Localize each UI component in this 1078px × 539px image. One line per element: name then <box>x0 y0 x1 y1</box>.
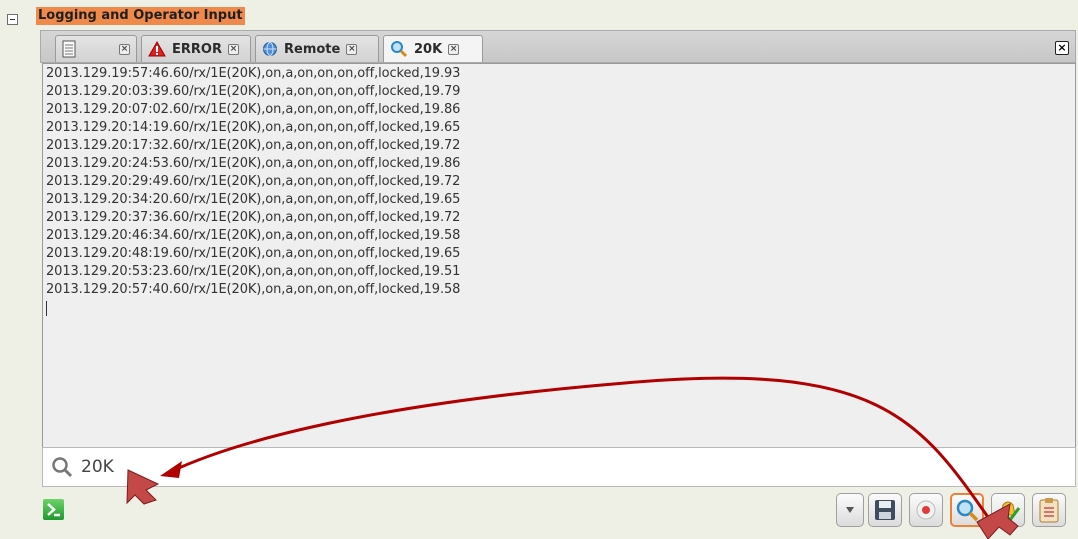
search-icon <box>956 499 979 522</box>
collapse-section-button[interactable] <box>7 14 18 25</box>
log-line: 2013.129.20:14:19.60/rx/1E(20K),on,a,on,… <box>46 120 461 135</box>
tab-remote[interactable]: Remote × <box>255 35 379 62</box>
text-caret <box>46 301 47 316</box>
tab-20k[interactable]: 20K × <box>383 35 483 62</box>
tab-remote-label: Remote <box>284 41 341 57</box>
warning-icon <box>148 41 166 57</box>
search-input[interactable]: 20K <box>81 457 114 477</box>
dropdown-icon <box>846 507 854 513</box>
log-line: 2013.129.20:24:53.60/rx/1E(20K),on,a,on,… <box>46 156 461 171</box>
log-line: 2013.129.20:46:34.60/rx/1E(20K),on,a,on,… <box>46 228 461 243</box>
log-line: 2013.129.20:57:40.60/rx/1E(20K),on,a,on,… <box>46 282 461 297</box>
tab-error-label: ERROR <box>172 41 222 57</box>
log-output[interactable]: 2013.129.19:57:46.60/rx/1E(20K),on,a,on,… <box>42 63 1076 469</box>
logging-panel: × ERROR × Remote × 20K × × 2013.129.19:5… <box>36 27 1078 533</box>
log-line: 2013.129.20:48:19.60/rx/1E(20K),on,a,on,… <box>46 246 461 261</box>
bell-check-icon <box>1000 501 1021 523</box>
globe-icon <box>263 42 277 56</box>
record-button[interactable] <box>909 493 943 527</box>
tab-log[interactable]: × <box>55 35 137 62</box>
tab-remote-close-icon[interactable]: × <box>346 43 358 55</box>
log-line: 2013.129.20:17:32.60/rx/1E(20K),on,a,on,… <box>46 138 461 153</box>
log-line: 2013.129.20:34:20.60/rx/1E(20K),on,a,on,… <box>46 192 461 207</box>
panel-close-icon[interactable]: × <box>1055 41 1069 55</box>
tab-20k-close-icon[interactable]: × <box>448 43 460 55</box>
tab-20k-label: 20K <box>414 41 443 57</box>
document-icon <box>62 40 76 58</box>
save-button[interactable] <box>868 493 902 527</box>
log-line: 2013.129.20:37:36.60/rx/1E(20K),on,a,on,… <box>46 210 461 225</box>
alarm-button[interactable] <box>991 493 1025 527</box>
search-bar: 20K <box>42 447 1076 487</box>
tab-error-close-icon[interactable]: × <box>227 43 239 55</box>
section-title: Logging and Operator Input <box>36 7 245 25</box>
tab-error[interactable]: ERROR × <box>141 35 251 62</box>
magnifier-icon <box>391 41 408 58</box>
clipboard-icon <box>1039 498 1059 523</box>
search-button[interactable] <box>950 493 984 527</box>
bottom-toolbar <box>36 491 1078 531</box>
log-line: 2013.129.20:03:39.60/rx/1E(20K),on,a,on,… <box>46 84 461 99</box>
log-line: 2013.129.20:07:02.60/rx/1E(20K),on,a,on,… <box>46 102 461 117</box>
dropdown-button[interactable] <box>836 493 864 527</box>
clipboard-button[interactable] <box>1032 493 1066 527</box>
tab-log-close-icon[interactable]: × <box>119 43 130 55</box>
record-icon <box>916 500 936 520</box>
command-prompt-icon[interactable] <box>43 499 64 520</box>
log-line: 2013.129.20:53:23.60/rx/1E(20K),on,a,on,… <box>46 264 461 279</box>
log-line: 2013.129.20:29:49.60/rx/1E(20K),on,a,on,… <box>46 174 461 189</box>
tab-bar: × ERROR × Remote × 20K × × <box>40 30 1076 63</box>
magnifier-icon <box>52 457 73 478</box>
save-icon <box>875 500 895 520</box>
log-line: 2013.129.19:57:46.60/rx/1E(20K),on,a,on,… <box>46 66 461 81</box>
